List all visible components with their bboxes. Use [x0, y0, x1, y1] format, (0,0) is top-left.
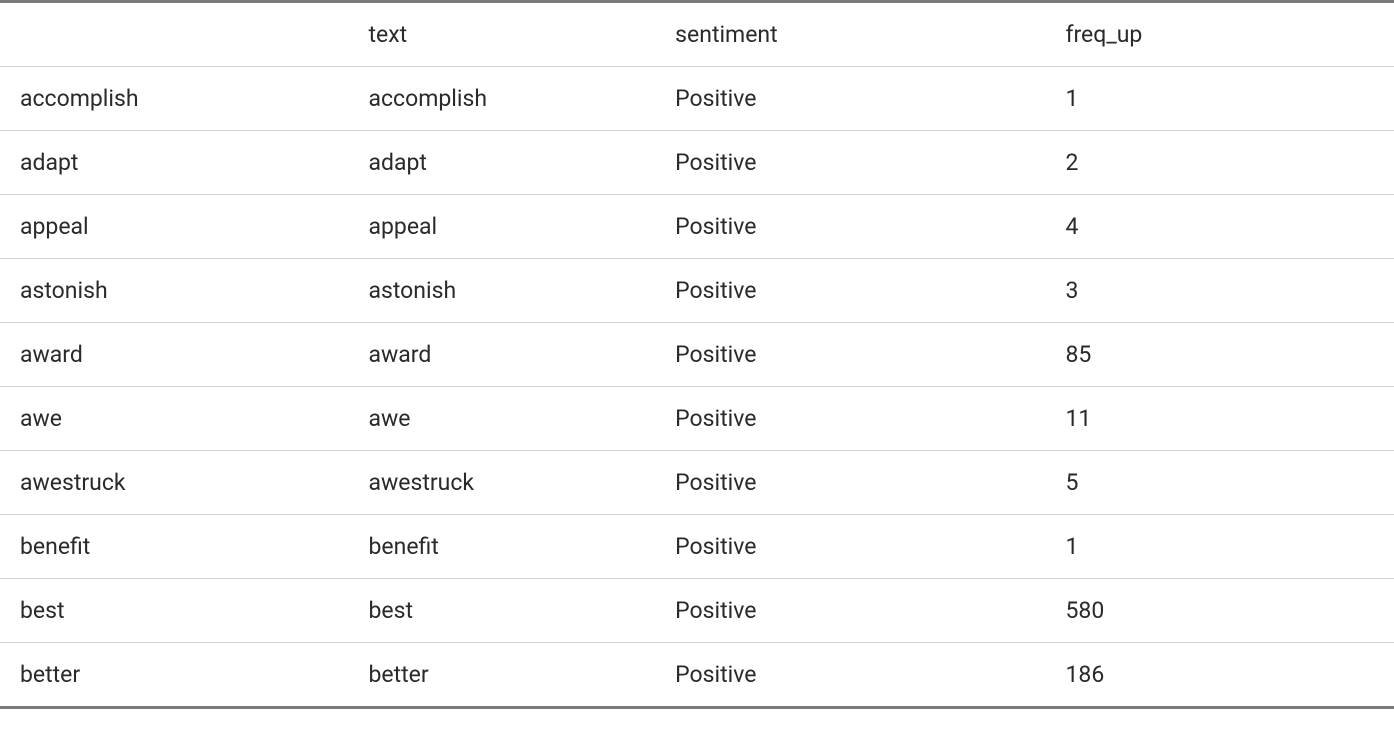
cell-sentiment: Positive — [655, 67, 1045, 131]
cell-sentiment: Positive — [655, 259, 1045, 323]
cell-sentiment: Positive — [655, 643, 1045, 708]
cell-freq-up: 11 — [1045, 387, 1394, 451]
header-freq-up: freq_up — [1045, 2, 1394, 67]
table-row: benefit benefit Positive 1 — [0, 515, 1394, 579]
table-row: award award Positive 85 — [0, 323, 1394, 387]
cell-freq-up: 186 — [1045, 643, 1394, 708]
table-row: accomplish accomplish Positive 1 — [0, 67, 1394, 131]
header-rowhead — [0, 2, 349, 67]
table-row: better better Positive 186 — [0, 643, 1394, 708]
cell-rowhead: appeal — [0, 195, 349, 259]
cell-freq-up: 4 — [1045, 195, 1394, 259]
cell-rowhead: awe — [0, 387, 349, 451]
cell-text: adapt — [349, 131, 656, 195]
cell-text: accomplish — [349, 67, 656, 131]
table-row: best best Positive 580 — [0, 579, 1394, 643]
cell-text: appeal — [349, 195, 656, 259]
cell-freq-up: 2 — [1045, 131, 1394, 195]
cell-sentiment: Positive — [655, 387, 1045, 451]
table-row: astonish astonish Positive 3 — [0, 259, 1394, 323]
cell-rowhead: benefit — [0, 515, 349, 579]
cell-freq-up: 1 — [1045, 67, 1394, 131]
cell-freq-up: 85 — [1045, 323, 1394, 387]
table-row: awestruck awestruck Positive 5 — [0, 451, 1394, 515]
cell-freq-up: 580 — [1045, 579, 1394, 643]
cell-freq-up: 3 — [1045, 259, 1394, 323]
cell-rowhead: award — [0, 323, 349, 387]
data-table: text sentiment freq_up accomplish accomp… — [0, 0, 1394, 709]
cell-text: astonish — [349, 259, 656, 323]
cell-text: best — [349, 579, 656, 643]
cell-sentiment: Positive — [655, 195, 1045, 259]
cell-sentiment: Positive — [655, 579, 1045, 643]
table-row: appeal appeal Positive 4 — [0, 195, 1394, 259]
cell-text: better — [349, 643, 656, 708]
table-header: text sentiment freq_up — [0, 2, 1394, 67]
cell-rowhead: awestruck — [0, 451, 349, 515]
cell-rowhead: best — [0, 579, 349, 643]
cell-sentiment: Positive — [655, 131, 1045, 195]
cell-sentiment: Positive — [655, 515, 1045, 579]
header-sentiment: sentiment — [655, 2, 1045, 67]
cell-text: awestruck — [349, 451, 656, 515]
cell-rowhead: accomplish — [0, 67, 349, 131]
cell-text: award — [349, 323, 656, 387]
table-row: adapt adapt Positive 2 — [0, 131, 1394, 195]
table-row: awe awe Positive 11 — [0, 387, 1394, 451]
cell-sentiment: Positive — [655, 451, 1045, 515]
header-text: text — [349, 2, 656, 67]
cell-freq-up: 1 — [1045, 515, 1394, 579]
cell-rowhead: adapt — [0, 131, 349, 195]
cell-sentiment: Positive — [655, 323, 1045, 387]
cell-text: benefit — [349, 515, 656, 579]
table-body: accomplish accomplish Positive 1 adapt a… — [0, 67, 1394, 708]
cell-text: awe — [349, 387, 656, 451]
cell-rowhead: better — [0, 643, 349, 708]
cell-rowhead: astonish — [0, 259, 349, 323]
header-row: text sentiment freq_up — [0, 2, 1394, 67]
cell-freq-up: 5 — [1045, 451, 1394, 515]
